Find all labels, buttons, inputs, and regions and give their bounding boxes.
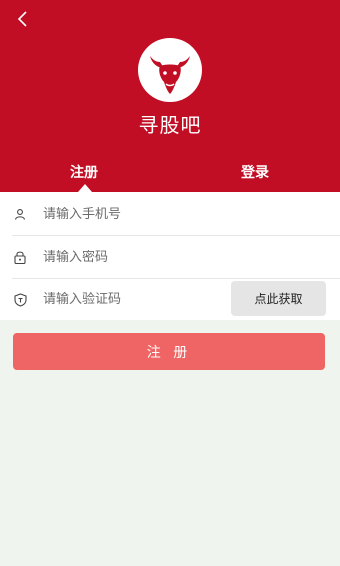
password-row <box>0 236 340 278</box>
back-arrow-icon <box>17 11 27 27</box>
lock-icon <box>12 249 28 265</box>
app-logo <box>138 38 202 102</box>
tab-register[interactable]: 注册 <box>56 162 112 182</box>
tab-login[interactable]: 登录 <box>227 162 283 182</box>
app-name: 寻股吧 <box>138 113 202 137</box>
user-icon <box>12 206 28 222</box>
shield-icon <box>12 292 28 308</box>
phone-row <box>0 193 340 235</box>
back-button[interactable] <box>12 8 34 30</box>
header: 寻股吧 注册 登录 <box>0 0 340 192</box>
get-code-button[interactable]: 点此获取 <box>231 281 326 316</box>
password-input[interactable] <box>43 249 213 265</box>
verification-code-input[interactable] <box>43 292 213 307</box>
bull-logo-icon <box>150 56 190 94</box>
active-tab-indicator <box>78 184 92 192</box>
phone-input[interactable] <box>43 206 213 222</box>
register-button[interactable]: 注 册 <box>13 333 325 370</box>
